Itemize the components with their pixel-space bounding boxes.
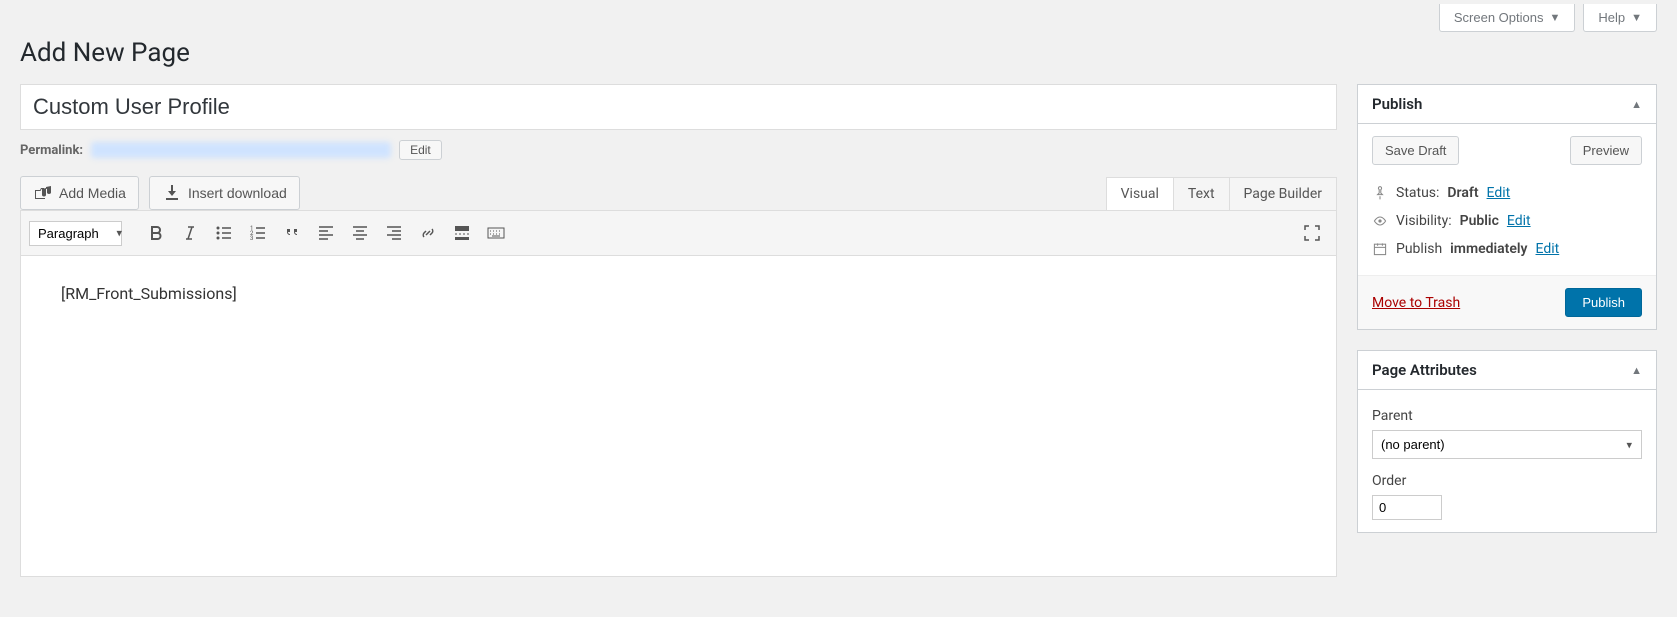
editor-content-area[interactable]: [RM_Front_Submissions]: [21, 256, 1336, 576]
eye-icon: [1372, 213, 1388, 229]
add-media-button[interactable]: Add Media: [20, 176, 139, 210]
add-media-label: Add Media: [59, 185, 126, 201]
order-input[interactable]: [1372, 495, 1442, 520]
schedule-line: Publish immediately Edit: [1372, 235, 1642, 263]
pin-icon: [1372, 185, 1388, 201]
camera-music-icon: [33, 183, 53, 203]
chevron-down-icon: ▼: [1631, 12, 1642, 24]
publish-box: Publish ▲ Save Draft Preview Status: Dra…: [1357, 84, 1657, 330]
align-left-button[interactable]: [310, 217, 342, 249]
align-right-button[interactable]: [378, 217, 410, 249]
insert-download-button[interactable]: Insert download: [149, 176, 300, 210]
order-label: Order: [1372, 473, 1642, 489]
chevron-down-icon: ▼: [1549, 12, 1560, 24]
parent-label: Parent: [1372, 408, 1642, 424]
collapse-icon[interactable]: ▲: [1631, 364, 1642, 377]
publish-value: immediately: [1450, 241, 1527, 257]
align-left-icon: [316, 223, 336, 243]
permalink-label: Permalink:: [20, 143, 83, 158]
align-center-button[interactable]: [344, 217, 376, 249]
status-line: Status: Draft Edit: [1372, 179, 1642, 207]
blockquote-button[interactable]: [276, 217, 308, 249]
bold-button[interactable]: [140, 217, 172, 249]
status-label: Status:: [1396, 185, 1439, 201]
number-list-button[interactable]: 123: [242, 217, 274, 249]
collapse-icon[interactable]: ▲: [1631, 98, 1642, 111]
editor-toolbar: Paragraph 123: [21, 211, 1336, 256]
page-title: Add New Page: [20, 38, 1657, 68]
tab-text[interactable]: Text: [1173, 177, 1230, 210]
editor-container: Paragraph 123: [20, 210, 1337, 577]
italic-icon: [180, 223, 200, 243]
post-title-input[interactable]: [20, 84, 1337, 130]
screen-options-button[interactable]: Screen Options ▼: [1439, 4, 1576, 32]
read-more-button[interactable]: [446, 217, 478, 249]
help-label: Help: [1598, 10, 1625, 25]
insert-more-icon: [452, 223, 472, 243]
preview-button[interactable]: Preview: [1570, 136, 1642, 165]
toolbar-toggle-button[interactable]: [480, 217, 512, 249]
status-edit-link[interactable]: Edit: [1487, 185, 1511, 201]
link-icon: [418, 223, 438, 243]
calendar-icon: [1372, 241, 1388, 257]
visibility-label: Visibility:: [1396, 213, 1452, 229]
visibility-line: Visibility: Public Edit: [1372, 207, 1642, 235]
italic-button[interactable]: [174, 217, 206, 249]
publish-label: Publish: [1396, 241, 1442, 257]
publish-edit-link[interactable]: Edit: [1536, 241, 1560, 257]
fullscreen-button[interactable]: [1296, 217, 1328, 249]
download-icon: [162, 183, 182, 203]
visibility-value: Public: [1460, 213, 1499, 229]
bullet-list-button[interactable]: [208, 217, 240, 249]
quote-icon: [282, 223, 302, 243]
publish-box-title: Publish: [1372, 95, 1422, 113]
save-draft-button[interactable]: Save Draft: [1372, 136, 1459, 165]
keyboard-icon: [486, 223, 506, 243]
fullscreen-icon: [1302, 223, 1322, 243]
tab-page-builder[interactable]: Page Builder: [1229, 177, 1337, 210]
attributes-box-title: Page Attributes: [1372, 361, 1477, 379]
bold-icon: [146, 223, 166, 243]
page-attributes-box: Page Attributes ▲ Parent (no parent) Ord…: [1357, 350, 1657, 533]
screen-options-label: Screen Options: [1454, 10, 1544, 25]
format-select[interactable]: Paragraph: [29, 221, 122, 246]
visibility-edit-link[interactable]: Edit: [1507, 213, 1531, 229]
align-right-icon: [384, 223, 404, 243]
list-ul-icon: [214, 223, 234, 243]
publish-button[interactable]: Publish: [1565, 288, 1642, 317]
help-button[interactable]: Help ▼: [1583, 4, 1657, 32]
status-value: Draft: [1447, 185, 1478, 201]
permalink-url[interactable]: [91, 142, 391, 158]
permalink-edit-button[interactable]: Edit: [399, 140, 442, 160]
permalink-row: Permalink: Edit: [20, 140, 1337, 160]
link-button[interactable]: [412, 217, 444, 249]
insert-download-label: Insert download: [188, 185, 287, 201]
parent-select[interactable]: (no parent): [1372, 430, 1642, 459]
list-ol-icon: 123: [248, 223, 268, 243]
tab-visual[interactable]: Visual: [1106, 177, 1174, 210]
editor-text: [RM_Front_Submissions]: [61, 284, 237, 303]
move-to-trash-link[interactable]: Move to Trash: [1372, 295, 1460, 311]
svg-text:3: 3: [250, 235, 253, 242]
align-center-icon: [350, 223, 370, 243]
